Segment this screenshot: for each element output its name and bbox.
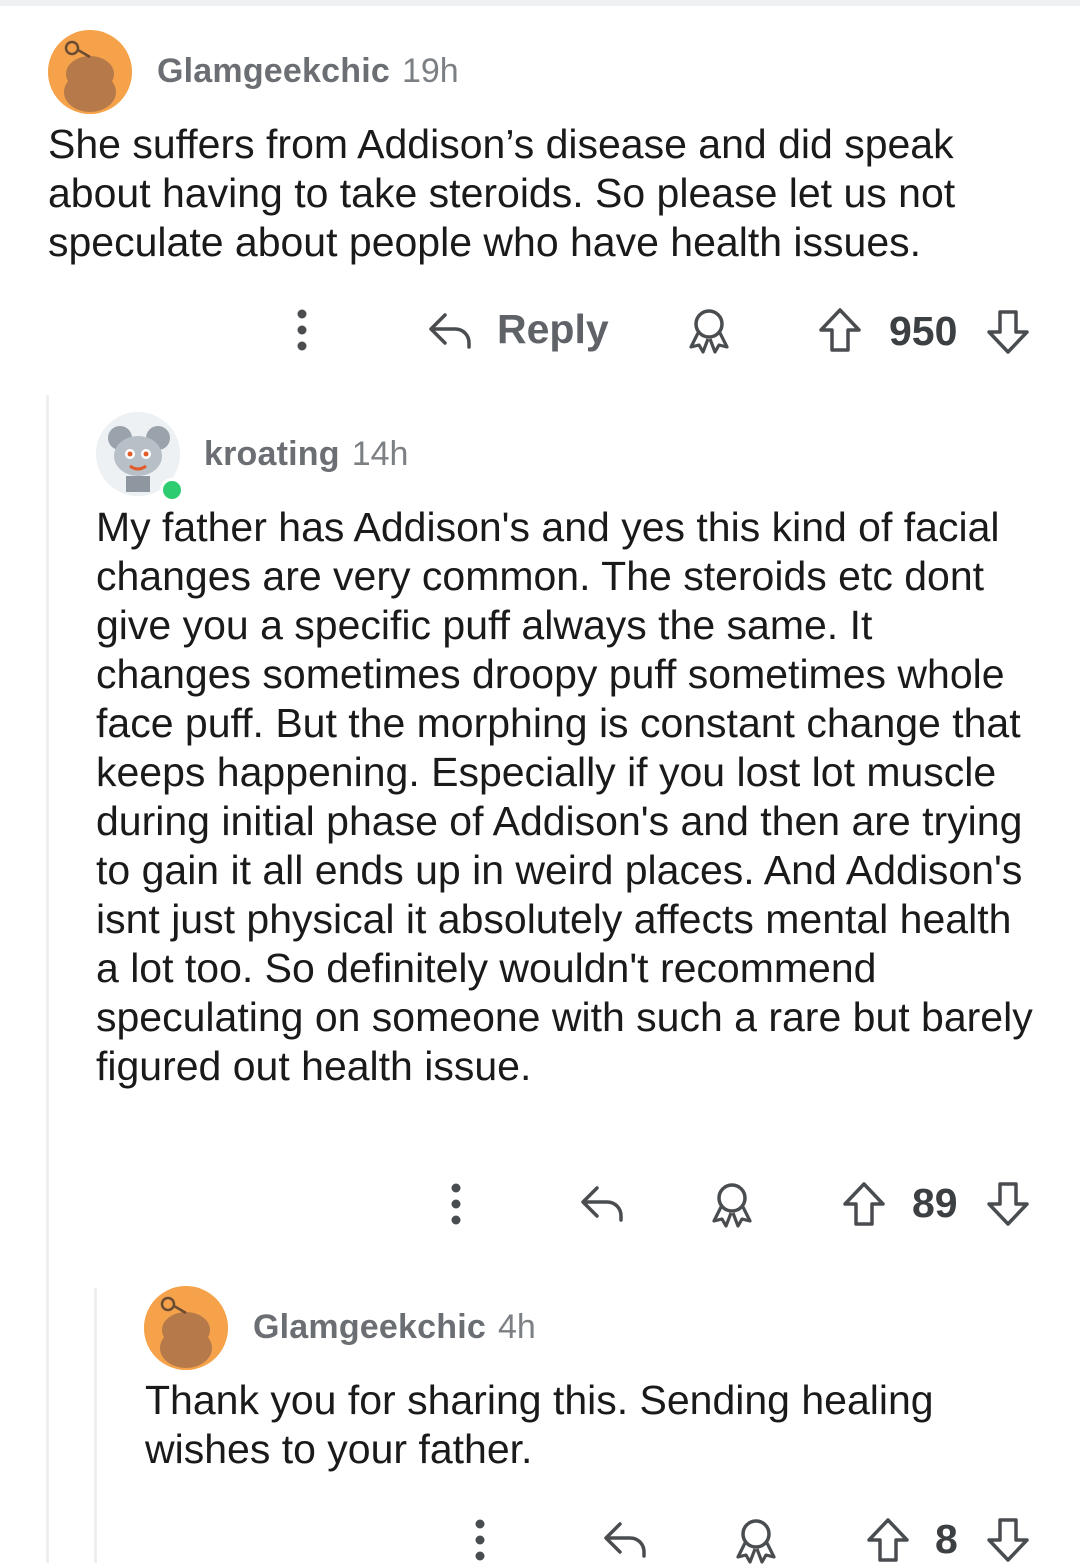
vertical-ellipsis-icon bbox=[451, 1183, 461, 1225]
comment-body: Thank you for sharing this. Sending heal… bbox=[145, 1377, 934, 1472]
comment-age: 4h bbox=[497, 1308, 536, 1346]
upvote-arrow-icon bbox=[867, 1518, 909, 1562]
reply-arrow-icon bbox=[581, 1186, 623, 1222]
username[interactable]: Glamgeekchic bbox=[157, 52, 390, 91]
comment-actions: 8 bbox=[0, 1508, 1080, 1568]
comment-actions: Reply 950 bbox=[0, 300, 1080, 360]
username[interactable]: kroating bbox=[204, 435, 340, 474]
vertical-ellipsis-icon bbox=[475, 1519, 485, 1561]
snoo-avatar-icon bbox=[48, 30, 132, 114]
thread-line-level-1[interactable] bbox=[46, 395, 49, 1563]
comment-body: She suffers from Addison’s disease and d… bbox=[48, 121, 956, 265]
upvote-button[interactable] bbox=[817, 306, 863, 354]
username[interactable]: Glamgeekchic bbox=[253, 1308, 486, 1347]
upvote-arrow-icon bbox=[843, 1182, 885, 1226]
award-icon bbox=[689, 309, 729, 354]
online-status-dot bbox=[160, 478, 184, 502]
avatar[interactable] bbox=[144, 1286, 228, 1370]
reply-button[interactable] bbox=[577, 1180, 625, 1226]
comment-age: 19h bbox=[401, 52, 459, 90]
comment-age: 14h bbox=[351, 435, 409, 473]
reply-button[interactable] bbox=[600, 1516, 648, 1562]
downvote-button[interactable] bbox=[985, 1516, 1031, 1564]
award-button[interactable] bbox=[686, 306, 732, 354]
top-divider bbox=[0, 0, 1080, 6]
vote-score: 89 bbox=[912, 1180, 958, 1226]
downvote-arrow-icon bbox=[987, 310, 1029, 354]
upvote-button[interactable] bbox=[865, 1516, 911, 1564]
upvote-arrow-icon bbox=[819, 308, 861, 352]
comment-body: My father has Addison's and yes this kin… bbox=[96, 504, 1033, 1089]
award-button[interactable] bbox=[709, 1180, 755, 1228]
reply-arrow-icon bbox=[604, 1522, 646, 1558]
snoo-avatar-icon bbox=[144, 1286, 228, 1370]
downvote-arrow-icon bbox=[987, 1518, 1029, 1562]
reply-button[interactable]: Reply bbox=[425, 306, 609, 353]
reply-label: Reply bbox=[497, 306, 609, 352]
award-icon bbox=[712, 1183, 752, 1228]
more-options-button[interactable] bbox=[290, 308, 314, 352]
downvote-button[interactable] bbox=[985, 1180, 1031, 1228]
award-button[interactable] bbox=[733, 1516, 779, 1564]
avatar[interactable] bbox=[48, 30, 132, 114]
downvote-arrow-icon bbox=[987, 1182, 1029, 1226]
more-options-button[interactable] bbox=[444, 1182, 468, 1226]
award-icon bbox=[736, 1519, 776, 1564]
upvote-button[interactable] bbox=[841, 1180, 887, 1228]
comment-actions: 89 bbox=[0, 1172, 1080, 1232]
vote-score: 8 bbox=[935, 1516, 958, 1562]
vote-score: 950 bbox=[889, 308, 958, 354]
more-options-button[interactable] bbox=[468, 1518, 492, 1562]
reply-arrow-icon bbox=[429, 312, 471, 349]
vertical-ellipsis-icon bbox=[297, 309, 307, 351]
downvote-button[interactable] bbox=[985, 308, 1031, 356]
